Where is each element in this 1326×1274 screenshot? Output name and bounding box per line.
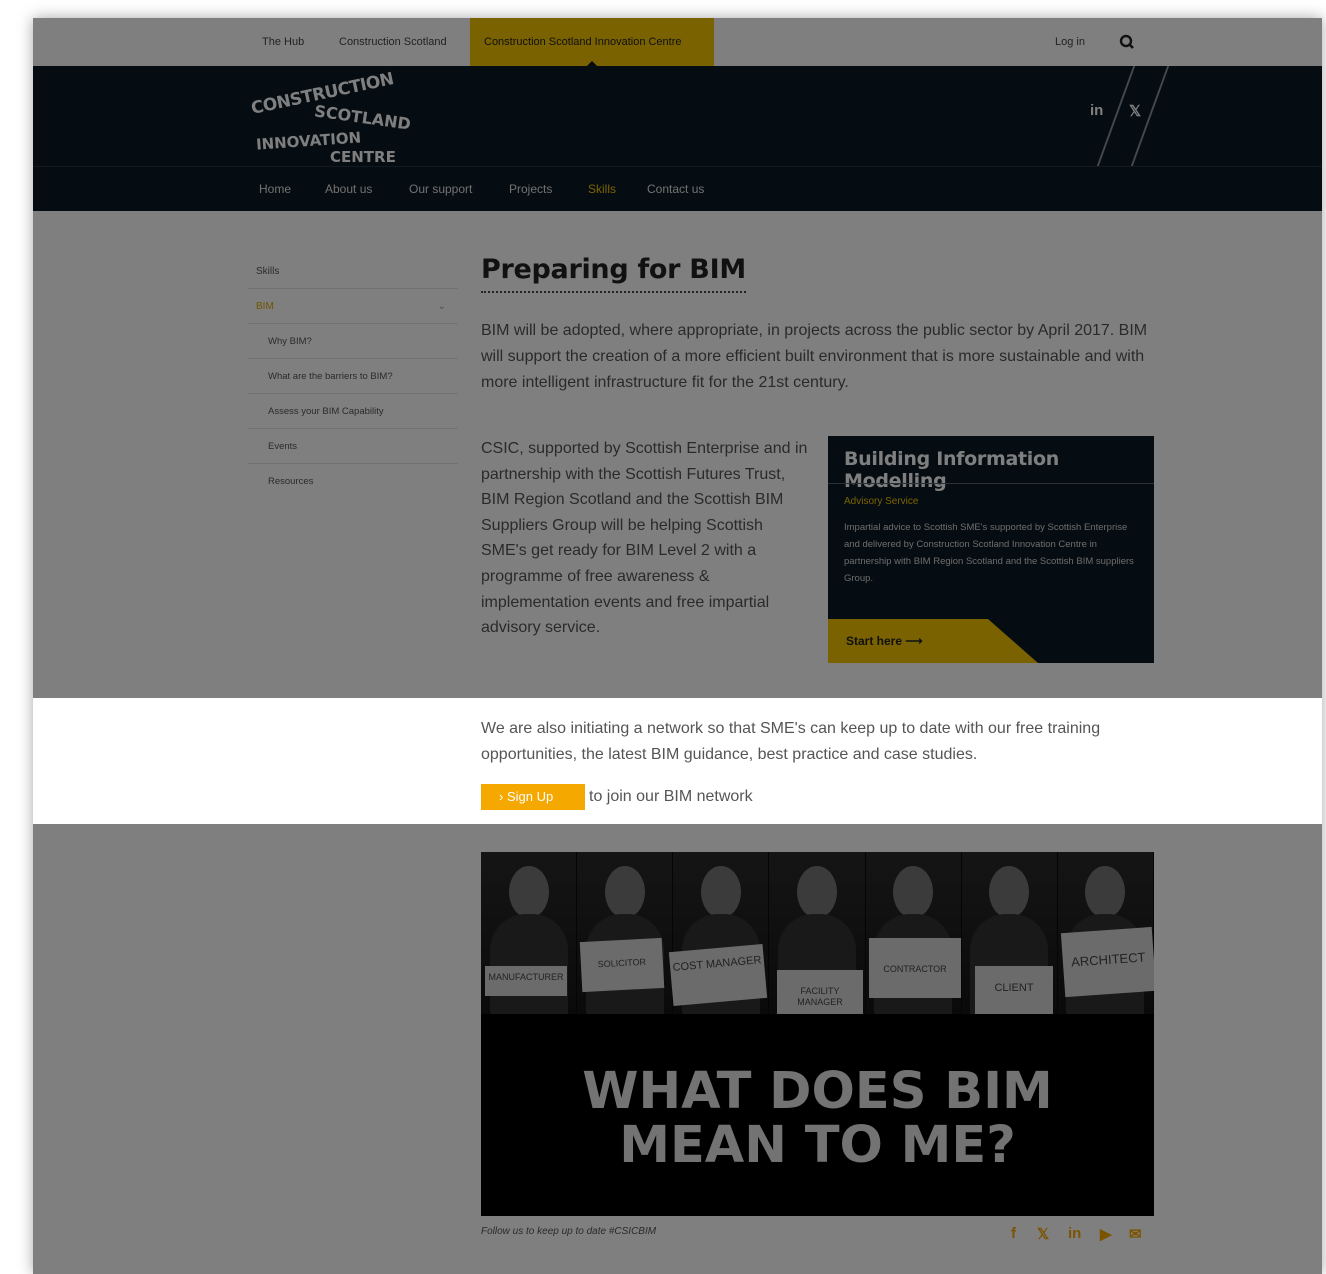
nav-projects[interactable]: Projects: [509, 167, 552, 212]
sidebar-item-bim[interactable]: BIM ⌄: [248, 289, 458, 324]
twitter-icon[interactable]: 𝕏: [1037, 1225, 1049, 1243]
signup-caption: to join our BIM network: [589, 788, 753, 805]
browser-page: The Hub Construction Scotland Constructi…: [33, 18, 1322, 1274]
search-icon[interactable]: [1115, 30, 1139, 54]
sign-contractor: CONTRACTOR: [869, 938, 961, 998]
sidebar-item-barriers[interactable]: What are the barriers to BIM?: [248, 359, 458, 394]
divider: [828, 483, 1154, 484]
bim-card-description: Impartial advice to Scottish SME's suppo…: [844, 522, 1134, 584]
sidebar-item-why-bim[interactable]: Why BIM?: [248, 324, 458, 359]
sign-solicitor: SOLICITOR: [579, 937, 665, 993]
sign-architect: ARCHITECT: [1060, 926, 1154, 998]
video-banner[interactable]: MANUFACTURER SOLICITOR COST MANAGER FACI…: [481, 852, 1154, 1216]
youtube-icon[interactable]: ▶: [1100, 1225, 1112, 1243]
bim-card-subtitle: Advisory Service: [844, 496, 919, 507]
nav-contact-us[interactable]: Contact us: [647, 167, 704, 212]
network-paragraph: We are also initiating a network so that…: [481, 720, 1101, 763]
video-headline-line1: WHAT DOES BIM: [582, 1062, 1053, 1121]
nav-skills[interactable]: Skills: [588, 167, 616, 212]
facebook-icon[interactable]: f: [1011, 1225, 1016, 1242]
sign-client: CLIENT: [975, 966, 1053, 1014]
sign-up-button[interactable]: › Sign Up: [481, 784, 585, 810]
sidebar-item-assess[interactable]: Assess your BIM Capability: [248, 394, 458, 429]
sidebar-item-resources[interactable]: Resources: [248, 464, 458, 499]
sidebar: Skills BIM ⌄ Why BIM? What are the barrie…: [248, 254, 458, 499]
chevron-down-icon: ⌄: [437, 301, 446, 312]
twitter-icon[interactable]: 𝕏: [1129, 102, 1141, 120]
video-headline-line2: MEAN TO ME?: [619, 1116, 1016, 1175]
sign-facility-manager: FACILITY MANAGER: [777, 970, 863, 1014]
sign-cost-manager: COST MANAGER: [668, 944, 768, 1006]
nav-our-support[interactable]: Our support: [409, 167, 472, 212]
page-title: Preparing for BIM: [481, 254, 746, 293]
tab-csic[interactable]: Construction Scotland Innovation Centre: [470, 18, 714, 67]
sidebar-item-skills[interactable]: Skills: [248, 254, 458, 289]
tab-the-hub[interactable]: The Hub: [248, 18, 318, 66]
bim-advisory-card: Building Information Modelling Advisory …: [828, 436, 1154, 663]
start-here-button[interactable]: Start here ⟶: [828, 619, 1038, 663]
intro-paragraph: BIM will be adopted, where appropriate, …: [481, 322, 1148, 391]
linkedin-icon[interactable]: in: [1090, 102, 1103, 119]
csic-logo[interactable]: CONSTRUCTION SCOTLAND INNOVATION CENTRE: [248, 69, 412, 164]
bim-card-title: Building Information Modelling: [844, 448, 1059, 492]
site-header: CONSTRUCTION SCOTLAND INNOVATION CENTRE …: [33, 66, 1322, 211]
main-nav: Home About us Our support Projects Skill…: [33, 166, 1322, 211]
tab-construction-scotland[interactable]: Construction Scotland: [325, 18, 461, 66]
utility-bar: The Hub Construction Scotland Constructi…: [33, 18, 1322, 67]
email-icon[interactable]: ✉: [1129, 1225, 1142, 1243]
sidebar-item-events[interactable]: Events: [248, 429, 458, 464]
sign-manufacturer: MANUFACTURER: [485, 966, 567, 996]
follow-caption: Follow us to keep up to date #CSICBIM: [481, 1226, 657, 1237]
nav-about-us[interactable]: About us: [325, 167, 372, 212]
login-link[interactable]: Log in: [1055, 18, 1085, 66]
linkedin-icon[interactable]: in: [1068, 1225, 1081, 1242]
nav-home[interactable]: Home: [259, 167, 291, 212]
csic-paragraph: CSIC, supported by Scottish Enterprise a…: [481, 440, 808, 637]
